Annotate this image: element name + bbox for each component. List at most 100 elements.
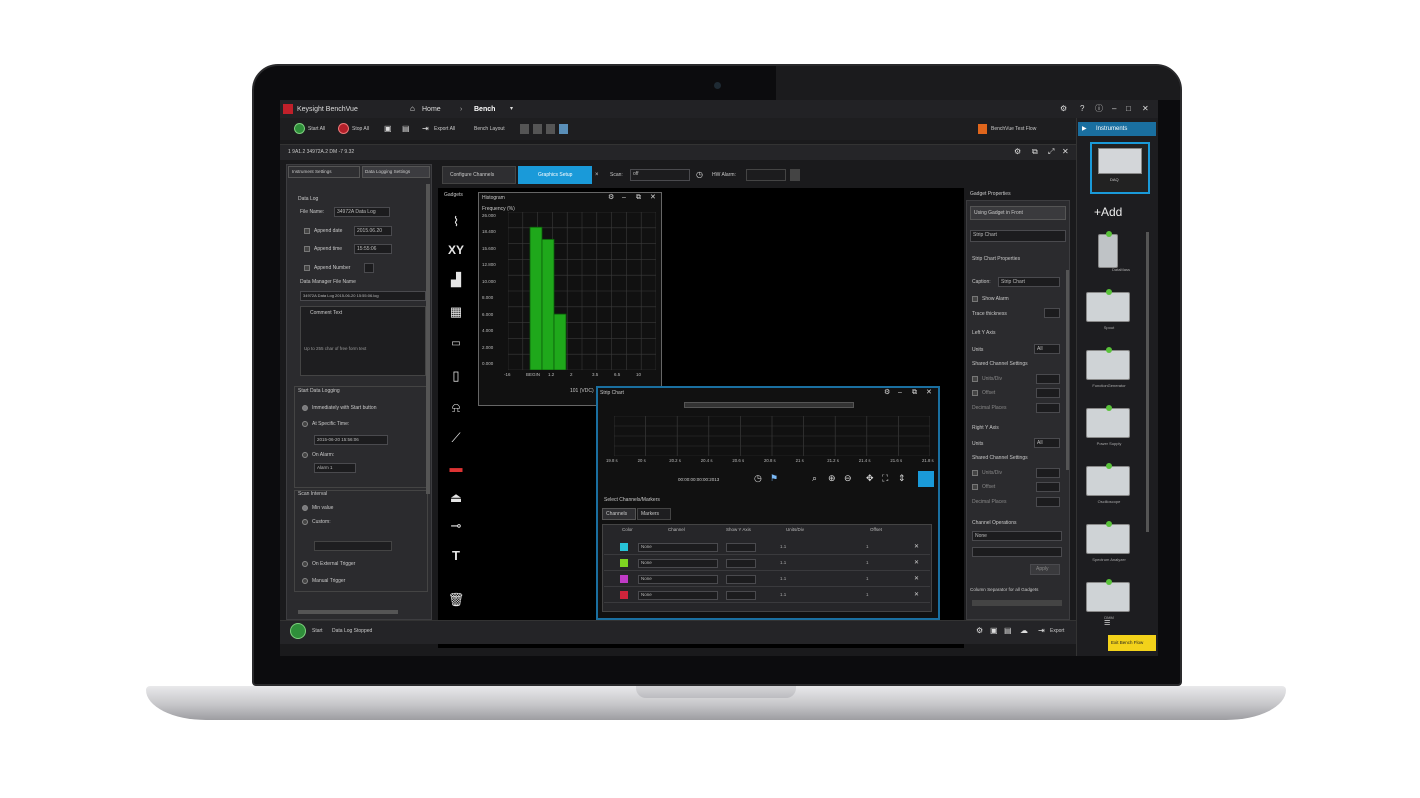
save-icon[interactable]: ▣ bbox=[384, 125, 392, 133]
immediately-radio[interactable] bbox=[302, 405, 308, 411]
channel-select[interactable]: None bbox=[638, 543, 718, 552]
append-date-checkbox[interactable] bbox=[304, 228, 310, 234]
custom-radio[interactable] bbox=[302, 519, 308, 525]
on-alarm-radio[interactable] bbox=[302, 452, 308, 458]
close-panel-icon[interactable]: ✕ bbox=[1062, 148, 1069, 156]
left-units-div-checkbox[interactable] bbox=[972, 376, 978, 382]
right-offset-checkbox[interactable] bbox=[972, 484, 978, 490]
remove-channel-icon[interactable]: ✕ bbox=[914, 576, 919, 582]
right-units-div-checkbox[interactable] bbox=[972, 470, 978, 476]
gear-icon[interactable]: ⚙ bbox=[1014, 148, 1021, 156]
channel-select[interactable]: None bbox=[638, 591, 718, 600]
specific-time-radio[interactable] bbox=[302, 421, 308, 427]
right-units-div-input[interactable] bbox=[1036, 468, 1060, 478]
nav-home[interactable]: Home bbox=[422, 106, 441, 113]
histogram-gadget-icon[interactable]: ▟ bbox=[442, 268, 470, 292]
fit-icon[interactable]: ⛶ bbox=[882, 474, 888, 483]
channel-color-swatch[interactable] bbox=[620, 543, 628, 551]
nav-bench[interactable]: Bench bbox=[474, 106, 495, 113]
histogram-bar[interactable] bbox=[554, 314, 566, 370]
file-name-input[interactable]: 34972A Data Log bbox=[334, 207, 390, 217]
min-value-radio[interactable] bbox=[302, 505, 308, 511]
alarm-select[interactable]: Alarm 1 bbox=[314, 463, 356, 473]
remove-channel-icon[interactable]: ✕ bbox=[914, 544, 919, 550]
home-icon[interactable]: ⌂ bbox=[410, 105, 415, 113]
waveform-gadget-icon[interactable]: ⌇ bbox=[442, 210, 470, 234]
strip-close-icon[interactable]: ✕ bbox=[926, 389, 932, 396]
grid-toggle-button[interactable] bbox=[918, 471, 934, 487]
external-trigger-radio[interactable] bbox=[302, 561, 308, 567]
info-icon[interactable]: ⓘ bbox=[1095, 105, 1103, 113]
alarm-button[interactable] bbox=[790, 169, 800, 181]
stopwatch-icon[interactable]: ◷ bbox=[754, 474, 762, 483]
props-scrollbar[interactable] bbox=[1066, 270, 1069, 470]
layout-3-icon[interactable] bbox=[546, 124, 555, 134]
clock-icon[interactable]: ◷ bbox=[696, 171, 703, 179]
table-gadget-icon[interactable]: ▦ bbox=[442, 300, 470, 324]
popout-icon[interactable]: ⧉ bbox=[1032, 148, 1038, 156]
append-time-input[interactable]: 15:55:06 bbox=[354, 244, 392, 254]
undock-icon[interactable]: ⤢ bbox=[1048, 148, 1054, 156]
left-h-scrollbar[interactable] bbox=[298, 610, 398, 614]
custom-interval-input[interactable] bbox=[314, 541, 392, 551]
lock-gadget-icon[interactable]: ⏏ bbox=[442, 486, 470, 510]
right-decimal-input[interactable] bbox=[1036, 497, 1060, 507]
scan-select[interactable]: off bbox=[630, 169, 690, 181]
marker-icon[interactable]: ⚑ bbox=[770, 474, 778, 483]
append-date-input[interactable]: 2015.06.20 bbox=[354, 226, 392, 236]
export-button[interactable]: Export bbox=[1050, 629, 1064, 634]
layout-4-icon[interactable] bbox=[559, 124, 568, 134]
start-log-icon[interactable] bbox=[290, 623, 306, 639]
show-y-axis-select[interactable] bbox=[726, 543, 756, 552]
layout-2-icon[interactable] bbox=[533, 124, 542, 134]
zoom-in-icon[interactable]: ⊕ bbox=[828, 474, 836, 483]
stop-all-button[interactable]: Stop All bbox=[352, 127, 369, 132]
test-flow-icon[interactable] bbox=[978, 124, 987, 134]
remove-channel-icon[interactable]: ✕ bbox=[914, 560, 919, 566]
start-all-icon[interactable] bbox=[294, 123, 305, 134]
column-separator-slider[interactable] bbox=[972, 600, 1062, 606]
show-y-axis-select[interactable] bbox=[726, 575, 756, 584]
zoom-out-icon[interactable]: ⊖ bbox=[844, 474, 852, 483]
comment-box[interactable] bbox=[300, 306, 426, 376]
folder-icon[interactable]: ▤ bbox=[402, 125, 410, 133]
bottom-export-icon[interactable]: ⇥ bbox=[1038, 627, 1045, 635]
instrument-card[interactable]: Spout bbox=[1086, 292, 1130, 322]
specific-time-input[interactable]: 2015-06-20 15:56:06 bbox=[314, 435, 388, 445]
append-number-checkbox[interactable] bbox=[304, 265, 310, 271]
strip-popout-icon[interactable]: ⧉ bbox=[912, 389, 917, 396]
channel-color-swatch[interactable] bbox=[620, 575, 628, 583]
manual-trigger-radio[interactable] bbox=[302, 578, 308, 584]
histogram-bar[interactable] bbox=[542, 239, 554, 370]
left-decimal-input[interactable] bbox=[1036, 403, 1060, 413]
channel-color-swatch[interactable] bbox=[620, 591, 628, 599]
layout-1-icon[interactable] bbox=[520, 124, 529, 134]
left-scrollbar[interactable] bbox=[426, 184, 430, 494]
strip-settings-icon[interactable]: ⚙ bbox=[884, 389, 890, 396]
right-units-select[interactable]: All bbox=[1034, 438, 1060, 448]
left-offset-input[interactable] bbox=[1036, 388, 1060, 398]
tab-close-icon[interactable]: × bbox=[595, 172, 599, 178]
pan-icon[interactable]: ✥ bbox=[866, 474, 874, 483]
help-icon[interactable]: ? bbox=[1080, 105, 1084, 113]
stop-all-icon[interactable] bbox=[338, 123, 349, 134]
append-time-checkbox[interactable] bbox=[304, 246, 310, 252]
data-manager-input[interactable]: 34972A Data Log 2015-06-20 15:55:06.log bbox=[300, 291, 426, 301]
hist-minimize-icon[interactable]: – bbox=[622, 194, 626, 201]
bar-meter-gadget-icon[interactable]: ▯ bbox=[442, 364, 470, 388]
strip-time-scrollbar[interactable] bbox=[684, 402, 854, 408]
slider-gadget-icon[interactable]: ⊸ bbox=[442, 514, 470, 538]
zoom-icon[interactable]: ⌕ bbox=[812, 474, 817, 483]
instrument-card[interactable]: DMM bbox=[1086, 582, 1130, 612]
led-gadget-icon[interactable]: ▬ bbox=[442, 456, 470, 480]
instrument-card[interactable]: Power Supply bbox=[1086, 408, 1130, 438]
channel-ops-select[interactable]: None bbox=[972, 531, 1062, 541]
caption-input[interactable]: Strip Chart bbox=[998, 277, 1060, 287]
autoscale-icon[interactable]: ⇕ bbox=[898, 474, 906, 483]
hist-close-icon[interactable]: ✕ bbox=[650, 194, 656, 201]
right-offset-input[interactable] bbox=[1036, 482, 1060, 492]
text-gadget-icon[interactable]: T bbox=[442, 544, 470, 568]
chevron-down-icon[interactable]: ▾ bbox=[510, 106, 513, 112]
bottom-folder-icon[interactable]: ▤ bbox=[1004, 627, 1012, 635]
hist-settings-icon[interactable]: ⚙ bbox=[608, 194, 614, 201]
